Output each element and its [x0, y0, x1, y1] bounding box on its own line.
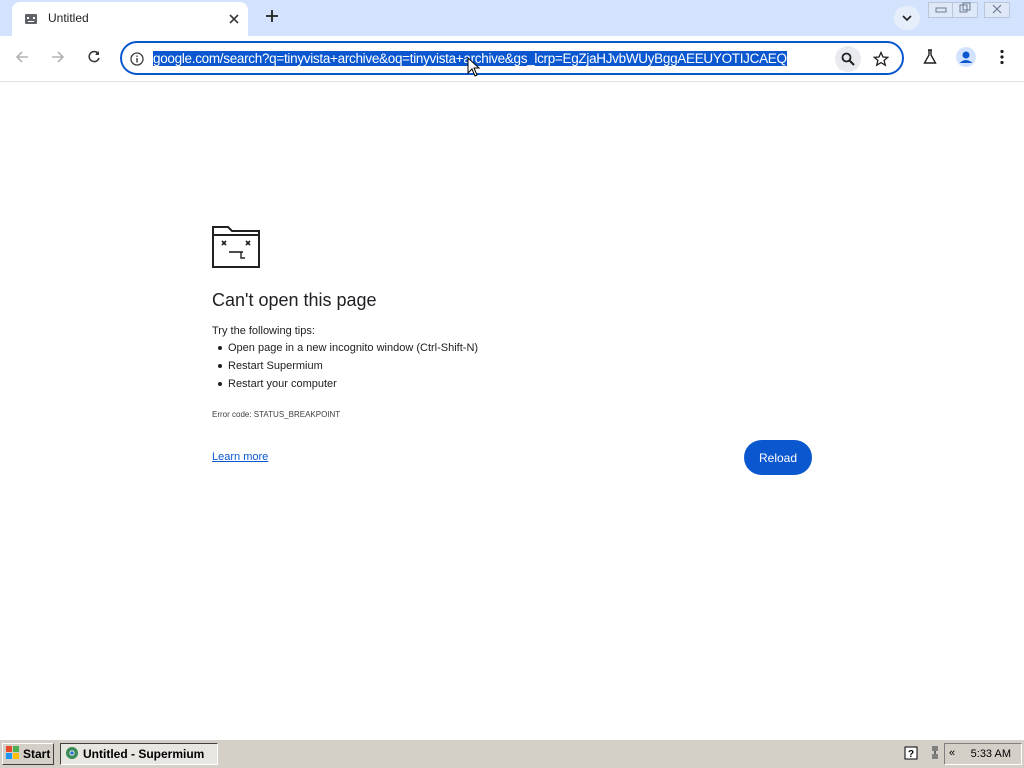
help-icon[interactable]: ? — [902, 744, 920, 762]
system-tray: « 5:33 AM — [944, 743, 1022, 765]
restore-button[interactable] — [952, 2, 978, 18]
reload-toolbar-button[interactable] — [81, 46, 107, 72]
star-icon[interactable] — [868, 46, 894, 72]
tab-untitled[interactable]: Untitled — [12, 2, 248, 36]
tab-strip: Untitled — [0, 0, 1024, 36]
tab-search-button[interactable] — [894, 6, 920, 30]
toolbar: google.com/search?q=tinyvista+archive&oq… — [0, 36, 1024, 82]
chevron-down-icon — [902, 9, 912, 27]
error-code: Error code: STATUS_BREAKPOINT — [212, 410, 341, 419]
windows-flag-icon — [6, 745, 20, 763]
address-bar[interactable]: google.com/search?q=tinyvista+archive&oq… — [120, 41, 904, 75]
browser-icon — [65, 746, 79, 763]
forward-arrow-icon — [51, 50, 65, 69]
tab-title: Untitled — [48, 11, 89, 25]
list-item: Open page in a new incognito window (Ctr… — [212, 341, 478, 359]
mouse-cursor-icon — [467, 57, 481, 77]
error-tips-label: Try the following tips: — [212, 325, 315, 337]
close-window-button[interactable] — [984, 2, 1010, 18]
labs-button[interactable] — [917, 46, 943, 72]
minimize-button[interactable] — [928, 2, 954, 18]
list-item: Restart your computer — [212, 377, 478, 395]
list-item: Restart Supermium — [212, 359, 478, 377]
sad-folder-icon — [212, 226, 260, 268]
more-vert-icon — [1000, 49, 1004, 70]
taskbar-item-supermium[interactable]: Untitled - Supermium — [60, 743, 218, 765]
start-label: Start — [23, 747, 51, 761]
svg-text:?: ? — [908, 749, 914, 760]
new-tab-button[interactable] — [260, 6, 284, 30]
info-icon[interactable] — [128, 50, 146, 68]
reload-icon — [87, 50, 101, 69]
error-title: Can't open this page — [212, 290, 377, 310]
network-icon[interactable] — [926, 744, 944, 762]
page-icon — [24, 12, 38, 26]
close-icon[interactable] — [224, 9, 244, 29]
profile-icon — [956, 46, 976, 72]
error-tips-list: Open page in a new incognito window (Ctr… — [212, 341, 478, 395]
search-icon[interactable] — [835, 46, 861, 72]
close-window-icon — [991, 1, 1003, 19]
restore-icon — [959, 1, 971, 19]
back-arrow-icon — [15, 50, 29, 69]
flask-icon — [923, 48, 937, 70]
taskbar-item-label: Untitled - Supermium — [83, 747, 205, 761]
menu-button[interactable] — [989, 46, 1015, 72]
taskbar: Start Untitled - Supermium ? « 5:33 AM — [0, 739, 1024, 768]
forward-button[interactable] — [45, 46, 71, 72]
reload-button[interactable]: Reload — [744, 440, 812, 475]
profile-button[interactable] — [953, 46, 979, 72]
url-text[interactable]: google.com/search?q=tinyvista+archive&oq… — [153, 50, 830, 68]
start-button[interactable]: Start — [2, 743, 54, 765]
tray-expand-button[interactable]: « — [949, 747, 955, 759]
plus-icon — [265, 9, 279, 28]
minimize-icon — [935, 1, 947, 19]
clock: 5:33 AM — [970, 748, 1011, 760]
back-button[interactable] — [9, 46, 35, 72]
learn-more-link[interactable]: Learn more — [212, 451, 268, 463]
